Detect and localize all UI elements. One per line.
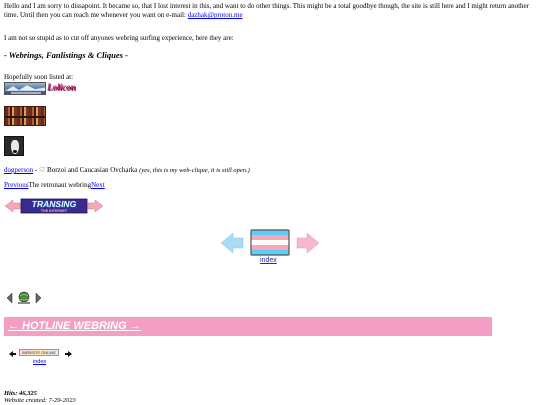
dogperson-line: dogperson - ♡ Borzoi and Caucasian Ovcha… bbox=[4, 166, 250, 174]
trans-flag-webring bbox=[220, 228, 321, 258]
webring-previous-link[interactable]: Previous bbox=[4, 181, 29, 189]
webring-name: The retronaut webring bbox=[28, 181, 92, 189]
transing-prev-arrow[interactable] bbox=[4, 199, 21, 213]
email-link[interactable]: dazhak@proton.me bbox=[188, 11, 243, 19]
transing-the-internet-webring: TRANSING THE INTERNET bbox=[4, 198, 104, 214]
small-prev-arrow[interactable] bbox=[6, 292, 13, 304]
small-webring-graphic bbox=[6, 291, 42, 304]
trans-index-link[interactable]: index bbox=[260, 257, 277, 264]
intro-paragraph: Hello and I am sorry to dissapoint. It b… bbox=[4, 2, 538, 20]
borzoi-clique-button[interactable] bbox=[4, 136, 24, 156]
hit-counter: Hits: 46,325 bbox=[4, 390, 37, 397]
soon-listed-label: Hopefully soon listed at: bbox=[4, 73, 74, 81]
button-2-text: Lolicon bbox=[47, 82, 76, 92]
books-clique-button[interactable] bbox=[4, 106, 46, 126]
trans-flag-graphic bbox=[220, 229, 320, 256]
dogperson-note: (yes, this is my web-clique, it is still… bbox=[139, 167, 250, 174]
globe-icon[interactable] bbox=[18, 291, 30, 304]
retronaut-webring: PreviousThe retronaut webringNext bbox=[4, 181, 105, 189]
small-next-arrow[interactable] bbox=[35, 292, 42, 304]
website-online-badge[interactable]: WEBSITE ONLINE bbox=[19, 349, 59, 356]
webrings-intro-text: I am not so stupid as to cut off anyones… bbox=[4, 34, 234, 42]
trans-next-arrow[interactable] bbox=[296, 232, 320, 254]
dogperson-description: - ♡ Borzoi and Caucasian Ovcharka bbox=[33, 166, 140, 174]
dog-nose-graphic bbox=[13, 150, 17, 153]
mini-prev-arrow[interactable] bbox=[9, 351, 16, 357]
mini-index-link[interactable]: index bbox=[33, 359, 46, 365]
mini-next-arrow[interactable] bbox=[65, 351, 72, 357]
landscape-badge-graphic bbox=[5, 84, 45, 94]
transing-banner-graphic: TRANSING THE INTERNET bbox=[4, 198, 104, 214]
fanlisting-button-2[interactable]: Lolicon bbox=[47, 82, 81, 95]
fanlisting-button-1[interactable] bbox=[4, 82, 46, 95]
small-webring bbox=[6, 291, 42, 305]
transing-line1: TRANSING bbox=[32, 199, 77, 209]
hotline-webring-link[interactable]: ← HOTLINE WEBRING → bbox=[8, 320, 141, 332]
created-date: Website created: 7-29-2023 bbox=[4, 397, 76, 404]
hotline-webring-banner: ← HOTLINE WEBRING → bbox=[4, 317, 492, 336]
intro-text: Hello and I am sorry to dissapoint. It b… bbox=[4, 2, 529, 19]
webrings-heading: - Webrings, Fanlistings & Cliques - bbox=[4, 50, 128, 60]
trans-flag-icon bbox=[250, 229, 290, 256]
trans-prev-arrow[interactable] bbox=[220, 232, 244, 254]
transing-line2: THE INTERNET bbox=[41, 209, 68, 213]
webring-next-link[interactable]: Next bbox=[91, 181, 105, 189]
transing-next-arrow[interactable] bbox=[87, 199, 104, 213]
dogperson-link[interactable]: dogperson bbox=[4, 166, 33, 174]
